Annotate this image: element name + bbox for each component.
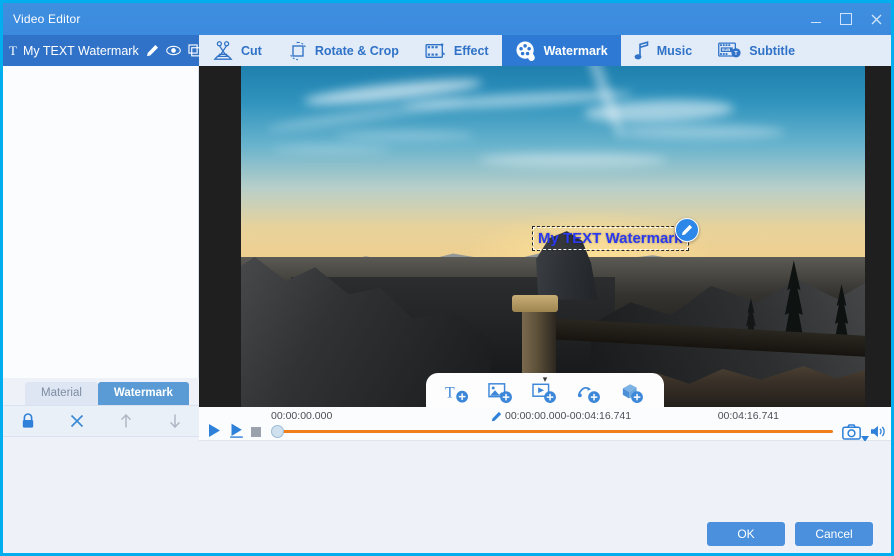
- add-image-icon[interactable]: [488, 382, 514, 404]
- window-controls: [801, 3, 891, 35]
- tab-effect[interactable]: * * Effect: [412, 35, 502, 66]
- tab-cut[interactable]: Cut: [199, 35, 275, 66]
- dialog-footer: OK Cancel: [3, 515, 891, 553]
- timeline-bar: 00:00:00.000 00:00:00.000-00:04:16.741 0…: [199, 407, 891, 443]
- scissors-icon: [212, 40, 234, 61]
- tab-subtitle-label: Subtitle: [749, 43, 796, 58]
- ok-button[interactable]: OK: [707, 522, 785, 546]
- edit-pencil-icon[interactable]: [146, 44, 159, 57]
- left-panel-toolbar: [3, 405, 199, 437]
- video-preview[interactable]: My TEXT Watermark ▾ T: [199, 66, 891, 407]
- watermark-text-overlay[interactable]: My TEXT Watermark: [532, 226, 689, 251]
- tab-rotate-crop[interactable]: Rotate & Crop: [275, 35, 412, 66]
- move-down-icon[interactable]: [158, 413, 192, 429]
- title-bar: Video Editor: [3, 3, 891, 35]
- camera-icon[interactable]: [842, 424, 861, 440]
- tab-music-label: Music: [656, 43, 693, 58]
- effect-film-icon: * *: [425, 42, 447, 60]
- svg-text:SUB: SUB: [722, 47, 731, 52]
- music-note-icon: [634, 40, 650, 61]
- crop-rotate-icon: [288, 40, 308, 61]
- pencil-icon: [491, 411, 502, 421]
- left-panel-tabs: Material Watermark: [3, 378, 199, 405]
- add-video-icon[interactable]: [532, 382, 558, 404]
- tab-effect-label: Effect: [453, 43, 489, 58]
- svg-text:T: T: [445, 385, 455, 402]
- tab-music[interactable]: Music: [621, 35, 705, 66]
- watermark-layer-bar[interactable]: T My TEXT Watermark: [3, 35, 220, 66]
- eye-icon[interactable]: [165, 44, 181, 57]
- left-panel-body: [3, 66, 199, 385]
- tab-watermark[interactable]: Watermark: [501, 35, 621, 66]
- total-time: 00:04:16.741: [717, 410, 779, 422]
- window-title: Video Editor: [13, 12, 81, 26]
- svg-text:*: *: [442, 50, 445, 59]
- tab-watermark[interactable]: Watermark: [97, 382, 189, 405]
- railing-cap: [511, 295, 558, 312]
- add-shape-icon[interactable]: [619, 382, 645, 404]
- move-up-icon[interactable]: [109, 413, 143, 429]
- add-element-bar: ▾ T: [426, 373, 664, 407]
- delete-x-icon[interactable]: [60, 414, 94, 428]
- pencil-icon: [681, 224, 693, 236]
- play-selection-icon[interactable]: [229, 423, 244, 443]
- lock-icon[interactable]: [11, 413, 45, 429]
- minimize-button[interactable]: [801, 3, 831, 35]
- video-editor-window: Video Editor T My TEXT Watermark Materia…: [0, 0, 894, 556]
- cancel-button[interactable]: Cancel: [795, 522, 873, 546]
- add-text-icon[interactable]: T: [445, 382, 471, 404]
- selection-range: 00:00:00.000-00:04:16.741: [491, 410, 631, 422]
- close-icon: [871, 14, 881, 24]
- main-toolbar: Cut Rotate & Crop * * Effect Watermark M…: [199, 35, 891, 66]
- tab-cut-label: Cut: [241, 43, 262, 58]
- maximize-button[interactable]: [831, 3, 861, 35]
- tab-subtitle[interactable]: SUB T Subtitle: [705, 35, 808, 66]
- add-gif-icon[interactable]: [576, 382, 602, 404]
- selection-range-text: 00:00:00.000-00:04:16.741: [505, 410, 632, 422]
- watermark-icon: [515, 40, 537, 62]
- timeline-track[interactable]: [279, 430, 833, 433]
- layer-name: My TEXT Watermark: [22, 43, 139, 58]
- video-frame: My TEXT Watermark: [241, 66, 865, 407]
- tab-material[interactable]: Material: [25, 382, 98, 405]
- subtitle-icon: SUB T: [718, 41, 742, 60]
- tab-watermark-label: Watermark: [543, 43, 608, 58]
- timeline-playhead[interactable]: [271, 425, 284, 438]
- play-icon[interactable]: [207, 423, 222, 443]
- stop-icon[interactable]: [251, 427, 261, 437]
- text-type-icon: T: [9, 42, 17, 58]
- current-time: 00:00:00.000: [271, 410, 333, 422]
- chevron-down-icon[interactable]: ▾: [543, 374, 548, 385]
- watermark-edit-badge[interactable]: [675, 218, 699, 242]
- close-button[interactable]: [861, 3, 891, 35]
- tab-rotate-crop-label: Rotate & Crop: [314, 43, 399, 58]
